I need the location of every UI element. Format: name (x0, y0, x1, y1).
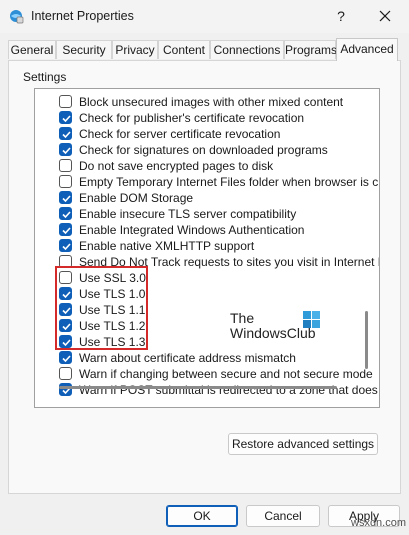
checkbox-checked[interactable] (59, 351, 72, 364)
setting-item-label: Enable native XMLHTTP support (79, 239, 255, 253)
checkmark-icon (62, 131, 71, 139)
checkmark-icon (62, 211, 71, 219)
tab-connections[interactable]: Connections (210, 40, 284, 59)
windows-logo-icon (303, 311, 321, 329)
setting-item-label: Warn if changing between secure and not … (79, 367, 373, 381)
checkbox-unchecked[interactable] (59, 175, 72, 188)
title-bar: Internet Properties ? (0, 0, 409, 33)
internet-options-icon (9, 9, 24, 24)
horizontal-scrollbar[interactable] (59, 386, 337, 389)
window-title: Internet Properties (31, 9, 134, 23)
checkbox-checked[interactable] (59, 127, 72, 140)
tab-security[interactable]: Security (56, 40, 112, 59)
cancel-button[interactable]: Cancel (246, 505, 320, 527)
tab-privacy[interactable]: Privacy (112, 40, 158, 59)
setting-item-label: Block unsecured images with other mixed … (79, 95, 344, 109)
checkbox-checked[interactable] (59, 111, 72, 124)
site-watermark: wsxdn.com (351, 517, 407, 529)
checkbox-unchecked[interactable] (59, 95, 72, 108)
watermark: The WindowsClub (230, 311, 350, 341)
checkbox-checked[interactable] (59, 143, 72, 156)
setting-item-label: Do not save encrypted pages to disk (79, 159, 274, 173)
checkmark-icon (62, 195, 71, 203)
checkbox-checked[interactable] (59, 223, 72, 236)
setting-item-label: Enable DOM Storage (79, 191, 194, 205)
checkmark-icon (62, 115, 71, 123)
setting-item-label: Check for publisher's certificate revoca… (79, 111, 305, 125)
setting-item-label: Enable insecure TLS server compatibility (79, 207, 297, 221)
setting-item-label: Warn about certificate address mismatch (79, 351, 296, 365)
checkbox-checked[interactable] (59, 239, 72, 252)
vertical-scrollbar[interactable] (365, 311, 368, 369)
checkmark-icon (62, 147, 71, 155)
setting-item-label: Empty Temporary Internet Files folder wh… (79, 175, 380, 189)
restore-advanced-settings-button[interactable]: Restore advanced settings (228, 433, 378, 455)
checkbox-unchecked[interactable] (59, 367, 72, 380)
setting-item-label: Enable Integrated Windows Authentication (79, 223, 305, 237)
watermark-line-2: WindowsClub (230, 325, 316, 341)
tls-options-highlight (55, 266, 148, 350)
checkbox-checked[interactable] (59, 207, 72, 220)
settings-list[interactable]: Block unsecured images with other mixed … (34, 88, 380, 408)
setting-item-label: Warn if POST submittal is redirected to … (79, 383, 380, 397)
setting-item-label: Check for server certificate revocation (79, 127, 281, 141)
checkmark-icon (62, 227, 71, 235)
ok-button[interactable]: OK (166, 505, 238, 527)
checkbox-checked[interactable] (59, 191, 72, 204)
checkmark-icon (62, 355, 71, 363)
close-icon (379, 10, 391, 22)
watermark-line-1: The (230, 310, 255, 326)
tab-programs[interactable]: Programs (284, 40, 337, 59)
checkbox-checked[interactable] (59, 383, 72, 396)
checkmark-icon (62, 243, 71, 251)
tab-advanced[interactable]: Advanced (336, 38, 398, 61)
setting-item-label: Check for signatures on downloaded progr… (79, 143, 328, 157)
settings-group-label: Settings (23, 70, 67, 84)
checkbox-unchecked[interactable] (59, 159, 72, 172)
tab-general[interactable]: General (8, 40, 56, 59)
close-button[interactable] (372, 3, 398, 29)
tab-content[interactable]: Content (158, 40, 210, 59)
help-button[interactable]: ? (330, 3, 352, 29)
